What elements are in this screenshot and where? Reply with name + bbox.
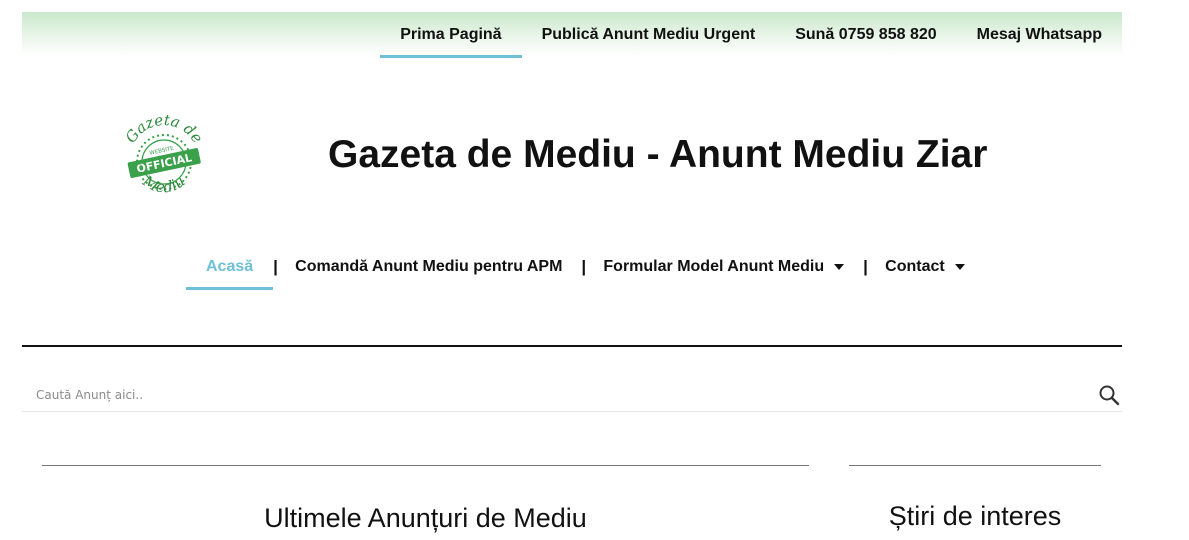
- section-divider-right: [849, 465, 1101, 466]
- chevron-down-icon: [954, 264, 965, 270]
- search-input[interactable]: [22, 380, 1072, 410]
- svg-text:★: ★: [138, 161, 143, 167]
- mainnav-item-acasa[interactable]: Acasă: [186, 250, 274, 290]
- mainnav-item-formular-model[interactable]: Formular Model Anunt Mediu: [603, 250, 845, 290]
- latest-ads-heading: Ultimele Anunțuri de Mediu: [264, 503, 587, 533]
- mainnav-item-comanda-anunt[interactable]: Comandă Anunt Mediu pentru APM: [295, 250, 562, 290]
- mainnav-item-contact-label: Contact: [885, 258, 945, 275]
- search-icon: [1099, 385, 1120, 406]
- nav-separator: |: [273, 257, 278, 276]
- header-divider: [22, 345, 1122, 347]
- news-heading: Știri de interes: [888, 501, 1062, 531]
- topnav-item-prima-pagina[interactable]: Prima Pagină: [380, 12, 522, 58]
- main-navigation: Acasă | Comandă Anunt Mediu pentru APM |…: [186, 250, 965, 290]
- official-stamp-icon: Gazeta de Mediu OFFICIAL WEBSITE ★ ★: [122, 111, 207, 197]
- logo-top-text: Gazeta de: [122, 111, 207, 146]
- top-bar: Prima Pagină Publică Anunt Mediu Urgent …: [22, 12, 1122, 58]
- nav-separator: |: [863, 257, 868, 276]
- mainnav-item-contact[interactable]: Contact: [885, 250, 965, 290]
- mainnav-item-formular-model-label: Formular Model Anunt Mediu: [603, 258, 825, 275]
- top-navigation: Prima Pagină Publică Anunt Mediu Urgent …: [380, 12, 1122, 58]
- search-form: [22, 380, 1122, 412]
- site-title: Gazeta de Mediu - Anunt Mediu Ziar: [328, 133, 988, 176]
- search-button[interactable]: [1098, 384, 1120, 406]
- chevron-down-icon: [834, 264, 845, 270]
- svg-text:★: ★: [186, 161, 191, 167]
- topnav-item-mesaj-whatsapp[interactable]: Mesaj Whatsapp: [957, 12, 1122, 58]
- site-logo[interactable]: Gazeta de Mediu OFFICIAL WEBSITE ★ ★: [120, 111, 208, 210]
- section-divider-left: [42, 465, 809, 466]
- nav-separator: |: [581, 257, 587, 276]
- topnav-item-publica-anunt[interactable]: Publică Anunt Mediu Urgent: [522, 12, 776, 58]
- svg-text:Gazeta de: Gazeta de: [122, 115, 207, 146]
- topnav-item-suna[interactable]: Sună 0759 858 820: [775, 12, 956, 58]
